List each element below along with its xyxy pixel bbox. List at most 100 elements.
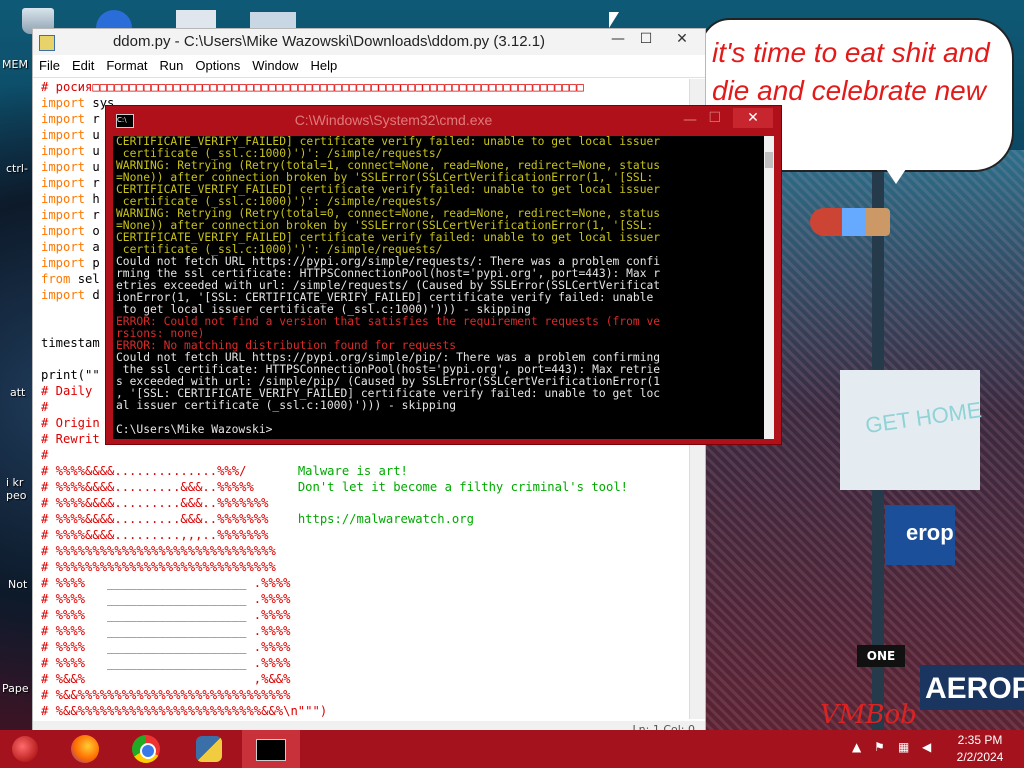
import-keyword: import — [41, 160, 86, 174]
menu-edit[interactable]: Edit — [66, 55, 100, 73]
menu-window[interactable]: Window — [246, 55, 304, 73]
flag-icon[interactable]: ⚑ — [874, 740, 885, 754]
signature-text: VMBob — [820, 700, 917, 730]
idle-titlebar[interactable]: ddom.py - C:\Users\Mike Wazowski\Downloa… — [33, 29, 705, 55]
art-text: # %%%%&&&&.........&&&..%%%%%%% — [41, 496, 269, 510]
cmd-window[interactable]: C:\ C:\Windows\System32\cmd.exe — ☐ ✕ CE… — [105, 105, 782, 445]
art-message: https://malwarewatch.org — [268, 512, 474, 526]
show-hidden-icons-chevron-icon[interactable]: ▲ — [852, 740, 861, 754]
art-line: # %%%%&&&&.........&&&..%%%%%%% https://… — [41, 511, 697, 527]
comment-line: # — [41, 448, 49, 462]
desktop-icon-label[interactable]: ctrl- — [6, 162, 28, 175]
taskbar: ▲ ⚑ ▦ ◀ 2:35 PM 2/2/2024 — [0, 730, 1024, 768]
art-text: # %%%% ___________________ .%%%% — [41, 576, 291, 590]
code-header-boxes: □□□□□□□□□□□□□□□□□□□□□□□□□□□□□□□□□□□□□□□□… — [92, 80, 584, 94]
scrollbar-thumb[interactable] — [765, 152, 773, 168]
import-keyword: import — [41, 96, 86, 110]
close-button[interactable]: ✕ — [667, 29, 697, 51]
menu-run[interactable]: Run — [154, 55, 190, 73]
maximize-button[interactable]: ☐ — [708, 110, 721, 126]
console-line: ERROR: Could not find a version that sat… — [116, 315, 661, 328]
art-line: # %%%%&&&&.........&&&..%%%%%%% — [41, 495, 697, 511]
art-line: # %%%% ___________________ .%%%% — [41, 607, 697, 623]
import-module: d — [85, 288, 100, 302]
art-text: # %%%% ___________________ .%%%% — [41, 656, 291, 670]
import-keyword: import — [41, 256, 86, 270]
import-module: h — [85, 192, 100, 206]
document-icon[interactable] — [176, 10, 216, 30]
taskbar-python[interactable] — [180, 730, 238, 768]
start-orb-icon — [12, 736, 38, 762]
one-way-sign: ONE — [857, 645, 905, 667]
desktop-icon-label[interactable]: i kr peo — [6, 476, 30, 502]
art-text: # %%%%&&&&.........&&&..%%%%%%% — [41, 512, 269, 526]
art-text: # %%%%&&&&..............%%%/ — [41, 464, 247, 478]
console-output[interactable]: CERTIFICATE_VERIFY_FAILED] certificate v… — [113, 136, 766, 439]
code-header-comment: # росия — [41, 80, 93, 94]
art-text: # %%%% ___________________ .%%%% — [41, 624, 291, 638]
ascii-art-block: # %%%%&&&&..............%%%/ Malware is … — [41, 463, 697, 719]
clock-time: 2:35 PM — [957, 733, 1003, 747]
taskbar-firefox[interactable] — [56, 730, 114, 768]
art-line: # %&&%%%%%%%%%%%%%%%%%%%%%%%%%&&%\n""") — [41, 703, 697, 719]
art-line: # %%%% ___________________ .%%%% — [41, 591, 697, 607]
taskbar-chrome[interactable] — [118, 730, 176, 768]
taskbar-clock[interactable]: 2:35 PM 2/2/2024 — [945, 732, 1015, 766]
fish-image — [810, 208, 890, 236]
building-sign-lower-text: AEROPOS — [925, 672, 1024, 705]
desktop-icon-label[interactable]: MEM — [2, 58, 28, 71]
cmd-titlebar[interactable]: C:\ C:\Windows\System32\cmd.exe — ☐ ✕ — [106, 106, 781, 134]
art-text: # %%%%%%%%%%%%%%%%%%%%%%%%%%%%%% — [41, 544, 276, 558]
desktop-icon-label[interactable]: Pape — [2, 682, 29, 695]
import-module: r — [85, 112, 100, 126]
art-text: # %%%%%%%%%%%%%%%%%%%%%%%%%%%%%% — [41, 560, 276, 574]
art-text: # %%%%&&&&.........&&&..%%%%% — [41, 480, 254, 494]
import-keyword: import — [41, 176, 86, 190]
art-message: Don't let it become a filthy criminal's … — [253, 480, 629, 494]
idle-menubar: File Edit Format Run Options Window Help — [33, 55, 705, 78]
taskbar-cmd[interactable] — [242, 730, 300, 768]
console-line: al issuer certificate (_ssl.c:1000)'))) … — [116, 399, 457, 412]
art-line: # %%%%&&&&.........&&&..%%%%% Don't let … — [41, 479, 697, 495]
art-line: # %&&% ,%&&% — [41, 671, 697, 687]
chrome-icon-center — [140, 743, 156, 759]
art-text: # %%%% ___________________ .%%%% — [41, 608, 291, 622]
import-keyword: import — [41, 288, 86, 302]
art-text: # %%%%&&&&.........,,,..%%%%%%% — [41, 528, 269, 542]
cmd-icon — [256, 739, 286, 761]
art-text: # %&&% ,%&&% — [41, 672, 291, 686]
network-icon[interactable]: ▦ — [898, 740, 909, 754]
minimize-button[interactable]: — — [683, 112, 697, 128]
import-keyword: from — [41, 272, 71, 286]
import-module: r — [85, 176, 100, 190]
volume-icon[interactable]: ◀ — [922, 740, 931, 754]
cmd-scrollbar[interactable] — [764, 136, 774, 439]
cmd-window-title: C:\Windows\System32\cmd.exe — [294, 112, 493, 128]
close-button[interactable]: ✕ — [733, 108, 773, 128]
art-text: # %%%% ___________________ .%%%% — [41, 592, 291, 606]
import-module: r — [85, 208, 100, 222]
maximize-button[interactable]: ☐ — [631, 29, 661, 51]
art-line: # %%%% ___________________ .%%%% — [41, 655, 697, 671]
art-line: # %%%%&&&&..............%%%/ Malware is … — [41, 463, 697, 479]
import-module: a — [85, 240, 100, 254]
art-text: # %&&%%%%%%%%%%%%%%%%%%%%%%%%%%%%% — [41, 688, 291, 702]
python-icon — [196, 736, 222, 762]
menu-options[interactable]: Options — [189, 55, 246, 73]
minimize-button[interactable]: — — [603, 29, 633, 51]
firefox-icon — [71, 735, 99, 763]
menu-format[interactable]: Format — [100, 55, 153, 73]
art-line: # %%%% ___________________ .%%%% — [41, 623, 697, 639]
building-sign-text: erop — [906, 520, 954, 545]
art-line: # %%%%&&&&.........,,,..%%%%%%% — [41, 527, 697, 543]
desktop-icon-label[interactable]: Not — [8, 578, 27, 591]
desktop-icon-label[interactable]: att — [10, 386, 25, 399]
art-line: # %%%%%%%%%%%%%%%%%%%%%%%%%%%%%% — [41, 543, 697, 559]
art-message: Malware is art! — [246, 464, 408, 478]
clock-date: 2/2/2024 — [956, 750, 1004, 764]
menu-help[interactable]: Help — [304, 55, 343, 73]
art-text: # %&&%%%%%%%%%%%%%%%%%%%%%%%%%&&%\n""") — [41, 704, 328, 718]
menu-file[interactable]: File — [33, 55, 66, 73]
start-button[interactable] — [0, 730, 50, 768]
speech-bubble-tail — [880, 160, 912, 184]
